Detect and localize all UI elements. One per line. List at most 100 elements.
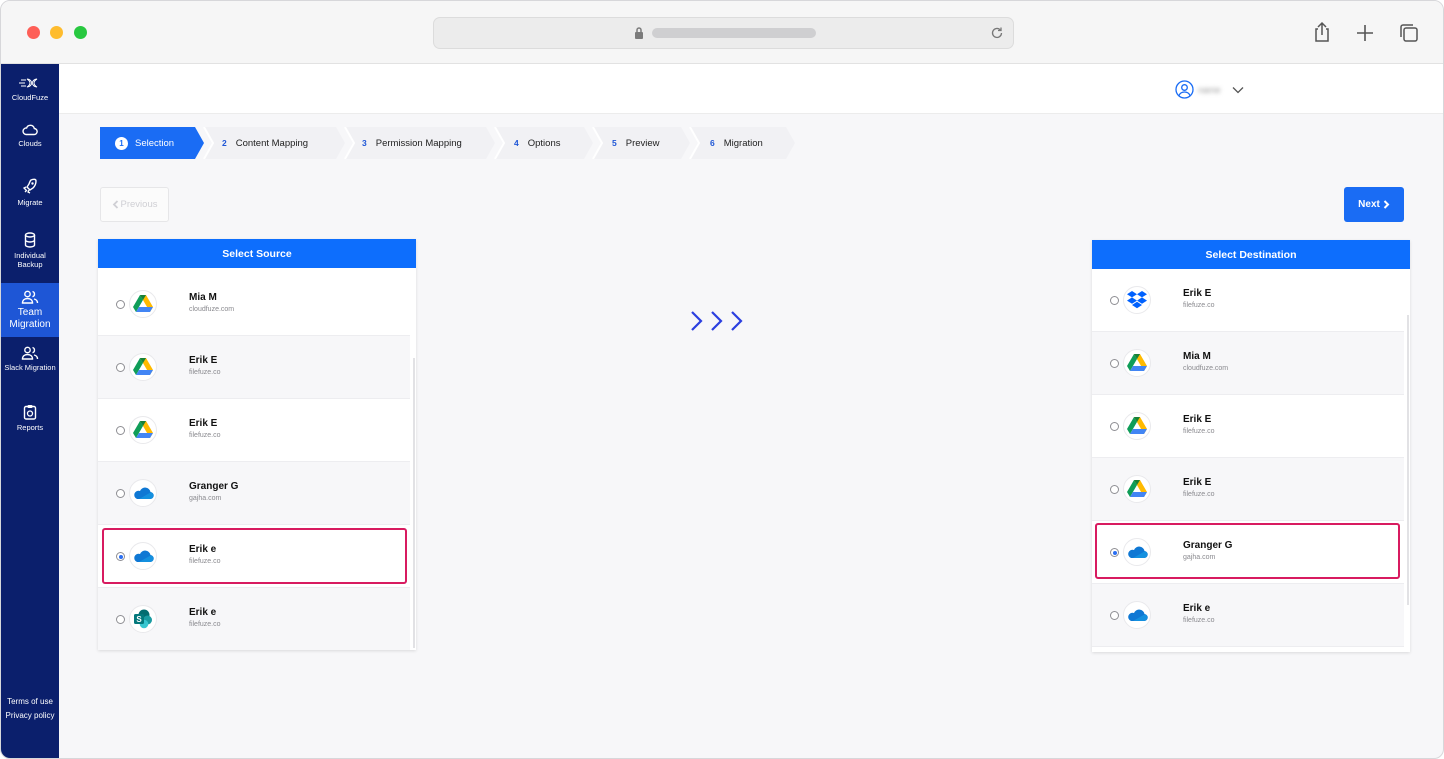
user-domain: filefuze.co <box>1183 617 1215 624</box>
step-number: 5 <box>612 138 617 148</box>
list-item[interactable]: Mia M cloudfuze.com <box>1092 332 1404 395</box>
sidebar-item-reports[interactable]: Reports <box>1 404 59 432</box>
user-name: Erik E <box>189 355 218 366</box>
next-button[interactable]: Next <box>1344 187 1404 222</box>
sidebar-item-individual-backup[interactable]: Individual Backup <box>1 232 59 269</box>
select-radio[interactable] <box>116 426 125 435</box>
select-radio[interactable] <box>1110 296 1119 305</box>
select-radio[interactable] <box>1110 611 1119 620</box>
step-number: 2 <box>222 138 227 148</box>
select-radio[interactable] <box>116 363 125 372</box>
brand-name: CloudFuze <box>11 93 49 102</box>
sidebar-item-team-migration[interactable]: Team Migration <box>1 283 59 337</box>
user-name: Granger G <box>189 481 239 492</box>
user-domain: filefuze.co <box>189 369 221 376</box>
report-icon <box>23 405 37 420</box>
next-label: Next <box>1358 199 1380 210</box>
step-permission-mapping[interactable]: 3 Permission Mapping <box>362 127 462 159</box>
reload-icon[interactable] <box>989 25 1005 41</box>
chevron-right-icon <box>1383 200 1390 209</box>
user-name: Erik e <box>189 607 217 618</box>
destination-panel-title: Select Destination <box>1092 240 1410 269</box>
user-domain: cloudfuze.com <box>1183 365 1229 372</box>
select-radio[interactable] <box>1110 422 1119 431</box>
service-logo <box>1123 412 1151 440</box>
list-item[interactable]: Granger G gajha.com <box>98 462 410 525</box>
google-drive-icon <box>1127 417 1147 434</box>
browser-toolbar <box>1 1 1443 64</box>
destination-selection-highlight <box>1095 523 1400 579</box>
user-domain: filefuze.co <box>1183 491 1215 498</box>
list-item[interactable]: Erik e filefuze.co <box>1092 584 1404 647</box>
sidebar-item-clouds[interactable]: Clouds <box>1 124 59 148</box>
chevron-down-icon <box>1232 86 1244 93</box>
service-logo <box>1123 601 1151 629</box>
destination-scrollbar[interactable] <box>1407 315 1409 605</box>
list-item[interactable]: Erik E filefuze.co <box>98 399 410 462</box>
close-window-button[interactable] <box>27 26 40 39</box>
terms-link[interactable]: Terms of use <box>1 697 59 706</box>
previous-button[interactable]: Previous <box>100 187 169 222</box>
transfer-arrows-icon <box>691 311 743 331</box>
step-content-mapping[interactable]: 2 Content Mapping <box>222 127 308 159</box>
step-options[interactable]: 4 Options <box>514 127 560 159</box>
source-panel: Select Source Mia M cloudfuze.com Erik E fi… <box>98 239 416 650</box>
list-item[interactable]: Erik E filefuze.co <box>98 336 410 399</box>
sidebar-item-label: Migrate <box>17 198 43 207</box>
cloudfuze-logo-icon <box>19 78 38 88</box>
onedrive-icon <box>134 487 154 500</box>
previous-label: Previous <box>120 199 158 210</box>
list-item[interactable]: Erik E filefuze.co <box>1092 395 1404 458</box>
list-item[interactable]: Mia M cloudfuze.com <box>98 273 410 336</box>
select-radio[interactable] <box>1110 359 1119 368</box>
step-label: Preview <box>625 137 660 149</box>
list-item[interactable]: S Erik e filefuze.co <box>98 588 410 650</box>
svg-text:S: S <box>136 615 142 624</box>
select-radio[interactable] <box>116 489 125 498</box>
zoom-window-button[interactable] <box>74 26 87 39</box>
source-scrollbar[interactable] <box>413 358 415 648</box>
step-label: Content Mapping <box>235 137 309 149</box>
cloud-icon <box>22 124 38 136</box>
google-drive-icon <box>133 421 153 438</box>
rocket-icon <box>22 178 37 194</box>
step-migration[interactable]: 6 Migration <box>710 127 763 159</box>
select-radio[interactable] <box>116 615 125 624</box>
tabs-overview-icon[interactable] <box>1399 23 1419 43</box>
user-domain: filefuze.co <box>189 432 221 439</box>
list-item[interactable]: Erik E filefuze.co <box>1092 458 1404 521</box>
brand-logo[interactable]: CloudFuze <box>1 76 59 102</box>
team-icon <box>21 290 39 304</box>
select-radio[interactable] <box>1110 485 1119 494</box>
dropbox-icon <box>1127 291 1147 309</box>
select-radio[interactable] <box>116 300 125 309</box>
top-header: name <box>59 64 1443 114</box>
new-tab-icon[interactable] <box>1356 24 1374 42</box>
onedrive-icon <box>1128 609 1148 622</box>
destination-list: Erik E filefuze.co Mia M cloudfuze.com Erik … <box>1092 269 1410 652</box>
step-label: Migration <box>723 137 763 149</box>
user-name: name <box>1198 84 1221 95</box>
service-logo <box>129 290 157 318</box>
privacy-link[interactable]: Privacy policy <box>1 711 59 720</box>
sidebar-item-slack-migration[interactable]: Slack Migration <box>1 346 59 372</box>
step-selection[interactable]: 1 Selection <box>115 127 174 159</box>
user-domain: filefuze.co <box>189 621 221 628</box>
user-name: Erik E <box>1183 477 1212 488</box>
share-icon[interactable] <box>1312 21 1332 43</box>
service-logo <box>129 479 157 507</box>
user-name: Erik E <box>1183 288 1212 299</box>
user-menu[interactable]: name <box>1175 80 1244 99</box>
step-label: Options <box>527 137 561 149</box>
address-bar[interactable] <box>433 17 1014 49</box>
minimize-window-button[interactable] <box>50 26 63 39</box>
sidebar-item-migrate[interactable]: Migrate <box>1 178 59 207</box>
sidebar-item-label: Clouds <box>18 139 42 148</box>
url-text-redacted <box>652 28 816 38</box>
user-name: Erik e <box>1183 603 1211 614</box>
source-selection-highlight <box>102 528 407 584</box>
database-icon <box>24 232 36 248</box>
step-preview[interactable]: 5 Preview <box>612 127 660 159</box>
service-logo <box>129 416 157 444</box>
list-item[interactable]: Erik E filefuze.co <box>1092 269 1404 332</box>
